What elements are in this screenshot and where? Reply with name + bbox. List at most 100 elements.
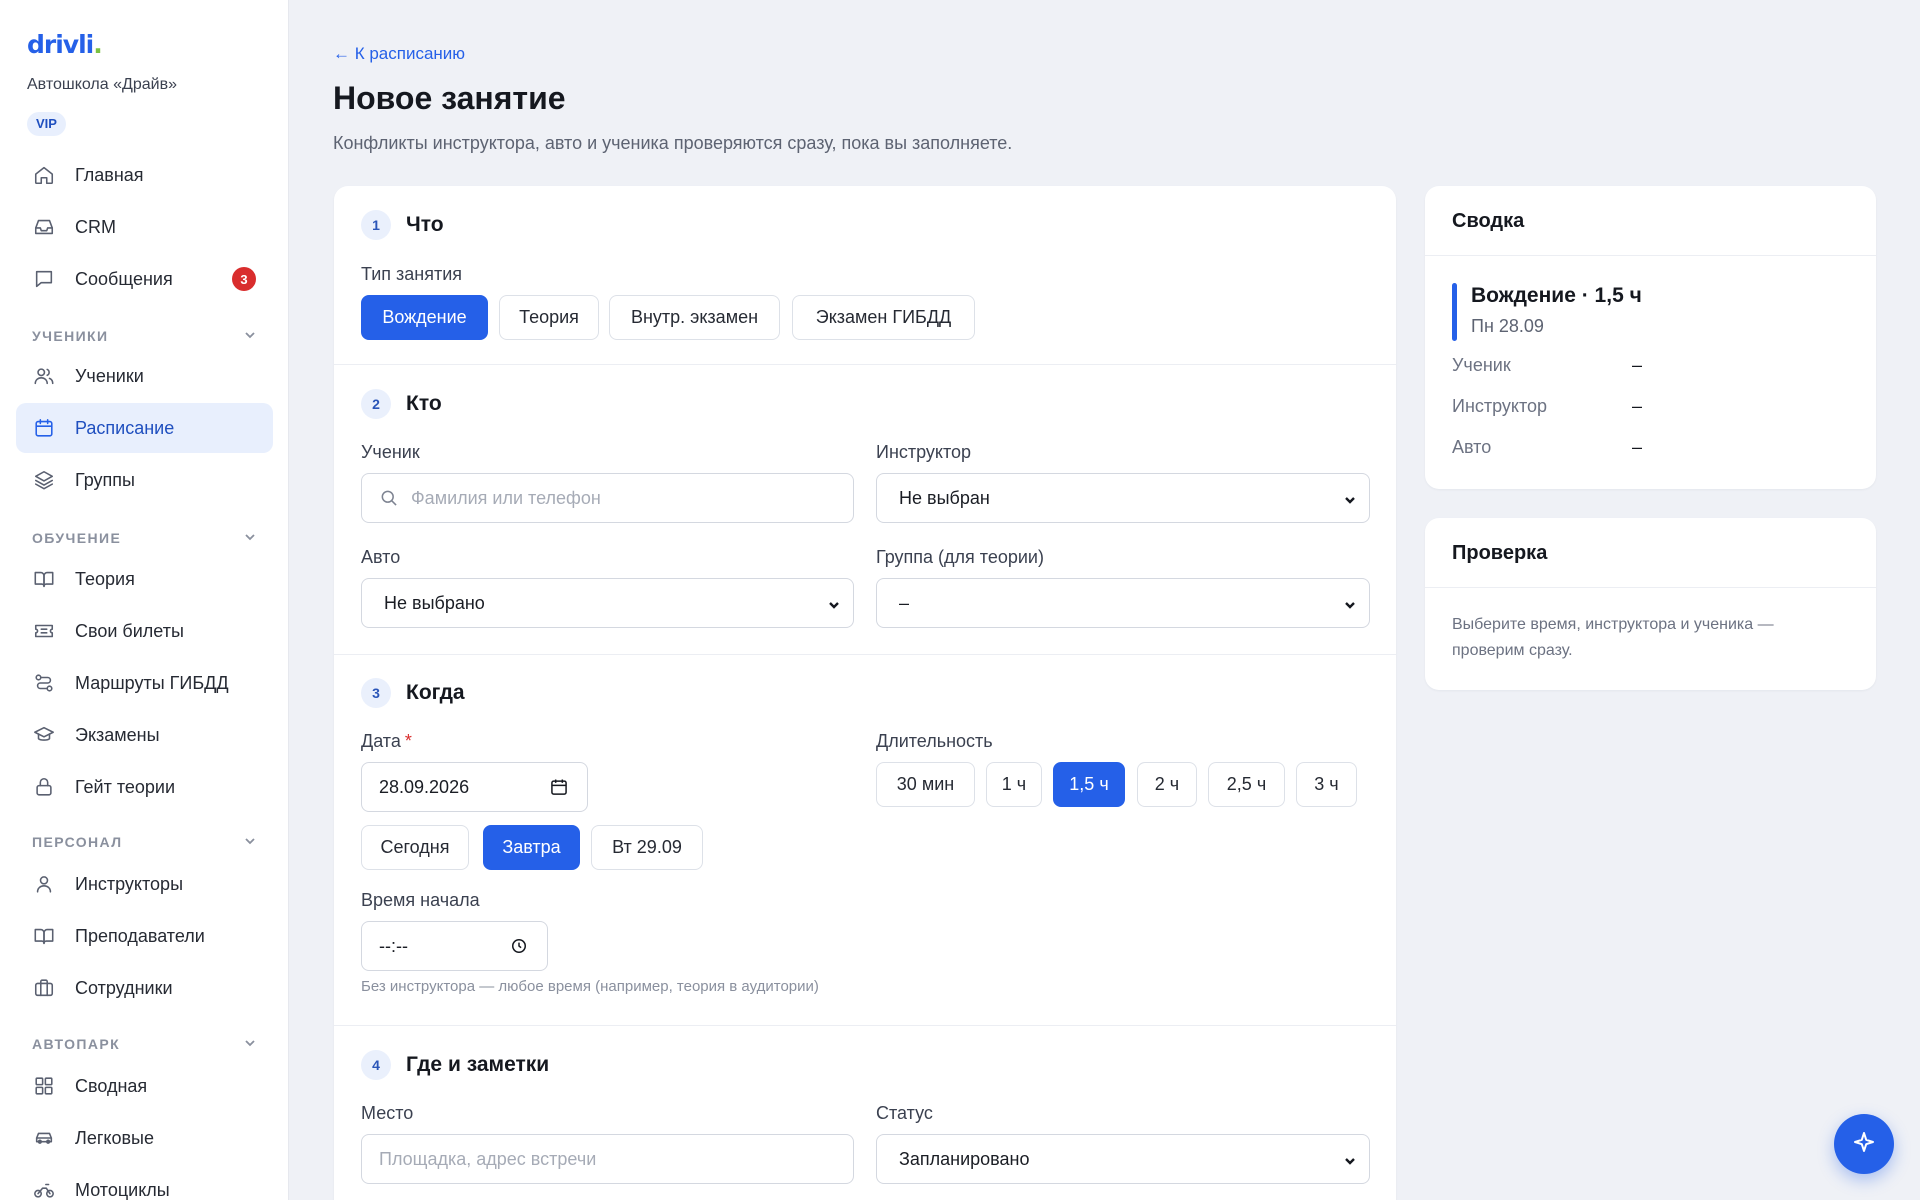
sidebar-item-schedule[interactable]: Расписание — [16, 403, 273, 453]
sidebar-item-fleet-summary[interactable]: Сводная — [16, 1061, 273, 1111]
sidebar-item-label: Легковые — [75, 1127, 154, 1148]
status-select-value: Запланировано — [899, 1148, 1030, 1169]
step-number: 3 — [361, 678, 391, 708]
sidebar-item-label: Сообщения — [75, 268, 173, 289]
chevron-down-icon — [1343, 491, 1357, 512]
ticket-icon — [32, 619, 56, 643]
instructor-select[interactable]: Не выбран — [876, 473, 1370, 523]
sidebar-item-label: Экзамены — [75, 724, 160, 745]
duration-option-2-5h[interactable]: 2,5 ч — [1208, 762, 1285, 807]
clock-icon[interactable] — [509, 936, 529, 961]
book-icon — [32, 567, 56, 591]
chevron-down-icon — [243, 834, 257, 851]
place-placeholder: Площадка, адрес встречи — [379, 1148, 597, 1169]
chevron-down-icon — [243, 328, 257, 345]
start-time-label: Время начала — [361, 890, 480, 910]
required-marker: * — [404, 731, 412, 751]
sidebar-item-label: Свои билеты — [75, 620, 184, 641]
route-icon — [32, 671, 56, 695]
type-option-gibdd-exam[interactable]: Экзамен ГИБДД — [792, 295, 975, 340]
date-shortcut-today[interactable]: Сегодня — [361, 825, 469, 870]
sidebar-section-learning[interactable]: ОБУЧЕНИЕ — [32, 528, 257, 548]
sidebar-item-label: Мотоциклы — [75, 1179, 170, 1200]
start-time-input[interactable]: --:-- — [361, 921, 548, 971]
section-label: ПЕРСОНАЛ — [32, 834, 123, 850]
sidebar-item-label: Группы — [75, 469, 135, 490]
sparkle-icon — [1852, 1130, 1876, 1159]
motorcycle-icon — [32, 1178, 56, 1200]
sidebar-item-home[interactable]: Главная — [16, 150, 273, 200]
duration-option-2h[interactable]: 2 ч — [1137, 762, 1197, 807]
sidebar-item-motorcycles[interactable]: Мотоциклы — [16, 1165, 273, 1200]
duration-option-1-5h[interactable]: 1,5 ч — [1053, 762, 1125, 807]
type-option-internal-exam[interactable]: Внутр. экзамен — [609, 295, 780, 340]
card-divider — [1425, 255, 1876, 256]
sidebar-section-students[interactable]: УЧЕНИКИ — [32, 326, 257, 346]
sidebar-item-cars[interactable]: Легковые — [16, 1113, 273, 1163]
date-shortcut-tomorrow[interactable]: Завтра — [483, 825, 580, 870]
sidebar-item-label: Сотрудники — [75, 977, 173, 998]
sidebar-item-messages[interactable]: Сообщения 3 — [16, 254, 273, 304]
group-select[interactable]: – — [876, 578, 1370, 628]
sidebar-item-employees[interactable]: Сотрудники — [16, 963, 273, 1013]
step-number: 4 — [361, 1050, 391, 1080]
sidebar-item-groups[interactable]: Группы — [16, 455, 273, 505]
brand-logo[interactable]: drivli. — [27, 30, 103, 59]
calendar-icon — [32, 416, 56, 440]
step-title-where: Где и заметки — [406, 1053, 550, 1076]
step-number: 2 — [361, 389, 391, 419]
date-input[interactable]: 28.09.2026 — [361, 762, 588, 812]
sidebar-item-students[interactable]: Ученики — [16, 351, 273, 401]
type-option-driving[interactable]: Вождение — [361, 295, 488, 340]
date-shortcut-day-after[interactable]: Вт 29.09 — [591, 825, 703, 870]
status-select[interactable]: Запланировано — [876, 1134, 1370, 1184]
step-title-when: Когда — [406, 681, 465, 704]
car-select[interactable]: Не выбрано — [361, 578, 854, 628]
summary-instructor-label: Инструктор — [1452, 396, 1548, 416]
sidebar-item-own-tickets[interactable]: Свои билеты — [16, 606, 273, 656]
home-icon — [32, 163, 56, 187]
back-to-schedule-link[interactable]: ← К расписанию — [333, 44, 465, 64]
page-subtitle: Конфликты инструктора, авто и ученика пр… — [333, 133, 1013, 153]
briefcase-icon — [32, 976, 56, 1000]
type-option-theory[interactable]: Теория — [499, 295, 599, 340]
summary-date: Пн 28.09 — [1471, 316, 1544, 336]
calendar-icon[interactable] — [549, 777, 569, 802]
sidebar-item-crm[interactable]: CRM — [16, 202, 273, 252]
sidebar-item-theory-gate[interactable]: Гейт теории — [16, 762, 273, 812]
place-input[interactable]: Площадка, адрес встречи — [361, 1134, 854, 1184]
summary-card: Сводка Вождение · 1,5 ч Пн 28.09 Ученик … — [1425, 186, 1876, 489]
step-title-what: Что — [406, 213, 444, 236]
instructor-label: Инструктор — [876, 442, 972, 462]
car-icon — [32, 1126, 56, 1150]
inbox-icon — [32, 215, 56, 239]
sidebar-item-instructors[interactable]: Инструкторы — [16, 859, 273, 909]
start-time-value: --:-- — [379, 935, 408, 956]
sidebar-item-label: Расписание — [75, 417, 175, 438]
sidebar-item-label: CRM — [75, 216, 116, 237]
sidebar-item-label: Преподаватели — [75, 925, 205, 946]
duration-option-1h[interactable]: 1 ч — [986, 762, 1042, 807]
sidebar-item-theory[interactable]: Теория — [16, 554, 273, 604]
assistant-button[interactable] — [1834, 1114, 1894, 1174]
sidebar-item-exams[interactable]: Экзамены — [16, 710, 273, 760]
summary-instructor-value: – — [1632, 396, 1643, 416]
sidebar-item-gibdd-routes[interactable]: Маршруты ГИБДД — [16, 658, 273, 708]
start-time-hint: Без инструктора — любое время (например,… — [361, 978, 819, 995]
chevron-down-icon — [827, 596, 841, 617]
chat-icon — [32, 267, 56, 291]
section-divider — [334, 654, 1396, 655]
car-select-value: Не выбрано — [384, 592, 485, 613]
sidebar-section-staff[interactable]: ПЕРСОНАЛ — [32, 832, 257, 852]
student-search-input[interactable]: Фамилия или телефон — [361, 473, 854, 523]
duration-option-30min[interactable]: 30 мин — [876, 762, 975, 807]
sidebar-section-fleet[interactable]: АВТОПАРК — [32, 1034, 257, 1054]
duration-label: Длительность — [876, 731, 993, 751]
sidebar-item-label: Ученики — [75, 365, 144, 386]
step-title-who: Кто — [406, 392, 442, 415]
duration-option-3h[interactable]: 3 ч — [1296, 762, 1357, 807]
sidebar-item-teachers[interactable]: Преподаватели — [16, 911, 273, 961]
group-label: Группа (для теории) — [876, 547, 1044, 567]
step-number: 1 — [361, 210, 391, 240]
section-label: УЧЕНИКИ — [32, 328, 109, 344]
